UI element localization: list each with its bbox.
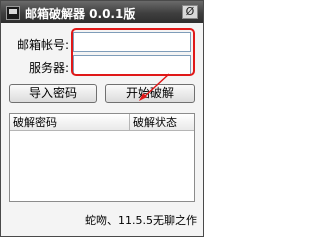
results-table[interactable]: 破解密码 破解状态 xyxy=(9,113,195,202)
main-window: 邮箱破解器 0.0.1版 Ø 邮箱帐号: 服务器: 导入密码 开始破解 破解密码… xyxy=(0,0,204,237)
column-header-password[interactable]: 破解密码 xyxy=(10,114,130,131)
column-header-status[interactable]: 破解状态 xyxy=(130,114,194,131)
credit-text: 蛇吻、11.5.5无聊之作 xyxy=(85,214,197,227)
